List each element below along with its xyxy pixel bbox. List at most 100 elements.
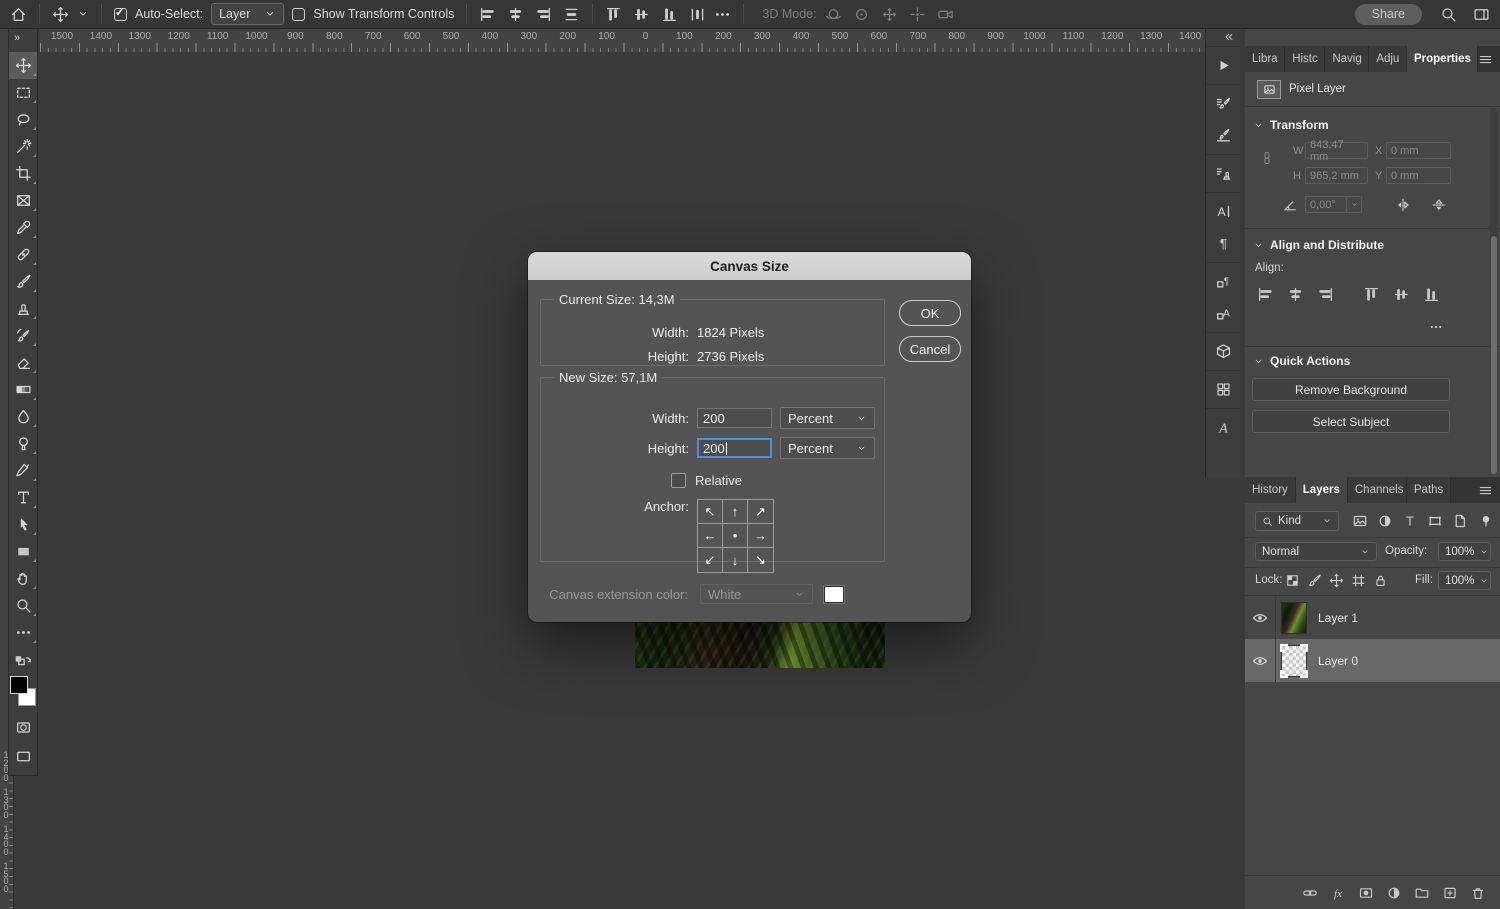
folder-icon[interactable] (1414, 885, 1430, 901)
3d-camera-icon[interactable] (937, 6, 954, 23)
tab-properties[interactable]: Properties (1407, 46, 1478, 72)
flip-vertical-icon[interactable] (1431, 197, 1447, 213)
actions-panel-button[interactable] (1208, 52, 1238, 79)
swap-colors-icon[interactable] (10, 654, 36, 672)
align-more-icon[interactable] (1429, 320, 1443, 334)
layer-visibility-toggle[interactable] (1245, 653, 1275, 669)
relative-checkbox[interactable] (671, 473, 686, 488)
anchor-bottom-right[interactable]: ↘ (748, 548, 773, 572)
link-dimensions-icon[interactable] (1260, 145, 1274, 171)
opacity-dropdown[interactable]: 100% (1438, 542, 1491, 561)
brush-tool[interactable] (9, 268, 37, 295)
paragraph-panel-button[interactable]: ¶ (1208, 230, 1238, 257)
eraser-tool[interactable] (9, 349, 37, 376)
filter-adjust-icon[interactable] (1377, 513, 1393, 529)
tab-layers[interactable]: Layers (1296, 477, 1348, 503)
document-photo[interactable] (635, 620, 885, 668)
move-tool[interactable] (9, 52, 37, 79)
anchor-right[interactable]: → (748, 524, 773, 548)
trash-icon[interactable] (1470, 885, 1486, 901)
anchor-left[interactable]: ← (698, 524, 723, 548)
brush-settings-panel-button[interactable] (1208, 90, 1238, 117)
frame-tool[interactable] (9, 187, 37, 214)
chevron-down-icon[interactable] (77, 8, 89, 20)
align-right-icon[interactable] (535, 6, 552, 23)
align-center-h-icon[interactable] (1287, 286, 1304, 303)
lock-all-icon[interactable] (1373, 573, 1388, 588)
hand-tool[interactable] (9, 565, 37, 592)
clone-source-panel-button[interactable] (1208, 160, 1238, 187)
x-field[interactable]: 0 mm (1386, 142, 1451, 159)
share-button[interactable]: Share (1355, 4, 1422, 25)
anchor-top[interactable]: ↑ (723, 500, 748, 524)
filter-smart-icon[interactable] (1452, 513, 1468, 529)
width-unit-select[interactable]: Percent (780, 407, 875, 429)
dist-vert-icon[interactable] (563, 6, 580, 23)
foreground-color-swatch[interactable] (10, 676, 28, 694)
filter-image-icon[interactable] (1352, 513, 1368, 529)
anchor-center[interactable]: ● (723, 524, 748, 548)
patterns-panel-button[interactable] (1208, 376, 1238, 403)
path-selection-tool[interactable] (9, 511, 37, 538)
mask-icon[interactable] (1358, 885, 1374, 901)
align-left-icon[interactable] (1257, 286, 1274, 303)
home-icon[interactable] (10, 6, 27, 23)
layer-row[interactable]: Layer 1 (1245, 596, 1500, 639)
more-options-icon[interactable] (714, 6, 731, 23)
clone-stamp-tool[interactable] (9, 295, 37, 322)
align-top-icon[interactable] (605, 6, 622, 23)
paragraph-styles-panel-button[interactable]: ¶ (1208, 268, 1238, 295)
align-left-icon[interactable] (479, 6, 496, 23)
width-input[interactable]: 200 (697, 408, 772, 428)
rectangle-tool[interactable] (9, 538, 37, 565)
3d-panel-button[interactable] (1208, 338, 1238, 365)
extension-color-swatch[interactable] (824, 586, 844, 603)
edit-toolbar-tool[interactable] (9, 619, 37, 646)
blend-mode-dropdown[interactable]: Normal (1255, 542, 1377, 561)
h-field[interactable]: 965,2 mm (1305, 167, 1368, 184)
y-field[interactable]: 0 mm (1386, 167, 1451, 184)
adjust-icon[interactable] (1386, 885, 1402, 901)
screen-mode-button[interactable] (9, 743, 37, 770)
ok-button[interactable]: OK (899, 300, 961, 326)
quick-mask-button[interactable] (9, 714, 37, 741)
filter-toggle-icon[interactable] (1478, 513, 1494, 529)
remove-background-button[interactable]: Remove Background (1252, 378, 1450, 401)
lock-move-icon[interactable] (1329, 573, 1344, 588)
3d-slide-icon[interactable] (909, 6, 926, 23)
expand-toolbar-icon[interactable]: » (9, 28, 19, 46)
align-center-h-icon[interactable] (507, 6, 524, 23)
tab-history[interactable]: History (1245, 477, 1296, 503)
anchor-bottom[interactable]: ↓ (723, 548, 748, 572)
anchor-top-left[interactable]: ↖ (698, 500, 723, 524)
dodge-tool[interactable] (9, 430, 37, 457)
lock-transparent-icon[interactable] (1285, 573, 1300, 588)
select-subject-button[interactable]: Select Subject (1252, 410, 1450, 433)
anchor-top-right[interactable]: ↗ (748, 500, 773, 524)
layer-name[interactable]: Layer 1 (1318, 611, 1358, 625)
quick-actions-header[interactable]: Quick Actions (1253, 354, 1350, 368)
layer-thumbnail[interactable] (1282, 646, 1306, 676)
w-field[interactable]: 643,47 mm (1305, 142, 1368, 159)
fill-dropdown[interactable]: 100% (1438, 571, 1491, 590)
tab-histc[interactable]: Histc (1285, 46, 1325, 72)
layer-thumbnail[interactable] (1282, 603, 1306, 633)
anchor-bottom-left[interactable]: ↙ (698, 548, 723, 572)
3d-pan-icon[interactable] (881, 6, 898, 23)
glyphs-panel-button[interactable]: A (1208, 414, 1238, 441)
pen-tool[interactable] (9, 457, 37, 484)
eyedropper-tool[interactable] (9, 214, 37, 241)
move-tool-icon[interactable] (52, 6, 69, 23)
zoom-tool[interactable] (9, 592, 37, 619)
height-unit-select[interactable]: Percent (780, 437, 875, 459)
align-bottom-icon[interactable] (661, 6, 678, 23)
gradient-tool[interactable] (9, 376, 37, 403)
align-bottom-icon[interactable] (1423, 286, 1440, 303)
fx-icon[interactable]: fx (1330, 885, 1346, 901)
type-tool[interactable] (9, 484, 37, 511)
3d-roll-icon[interactable] (853, 6, 870, 23)
auto-select-target-dropdown[interactable]: Layer (211, 3, 284, 25)
dist-horiz-icon[interactable] (689, 6, 706, 23)
filter-type-icon[interactable]: T (1402, 513, 1418, 529)
blur-tool[interactable] (9, 403, 37, 430)
